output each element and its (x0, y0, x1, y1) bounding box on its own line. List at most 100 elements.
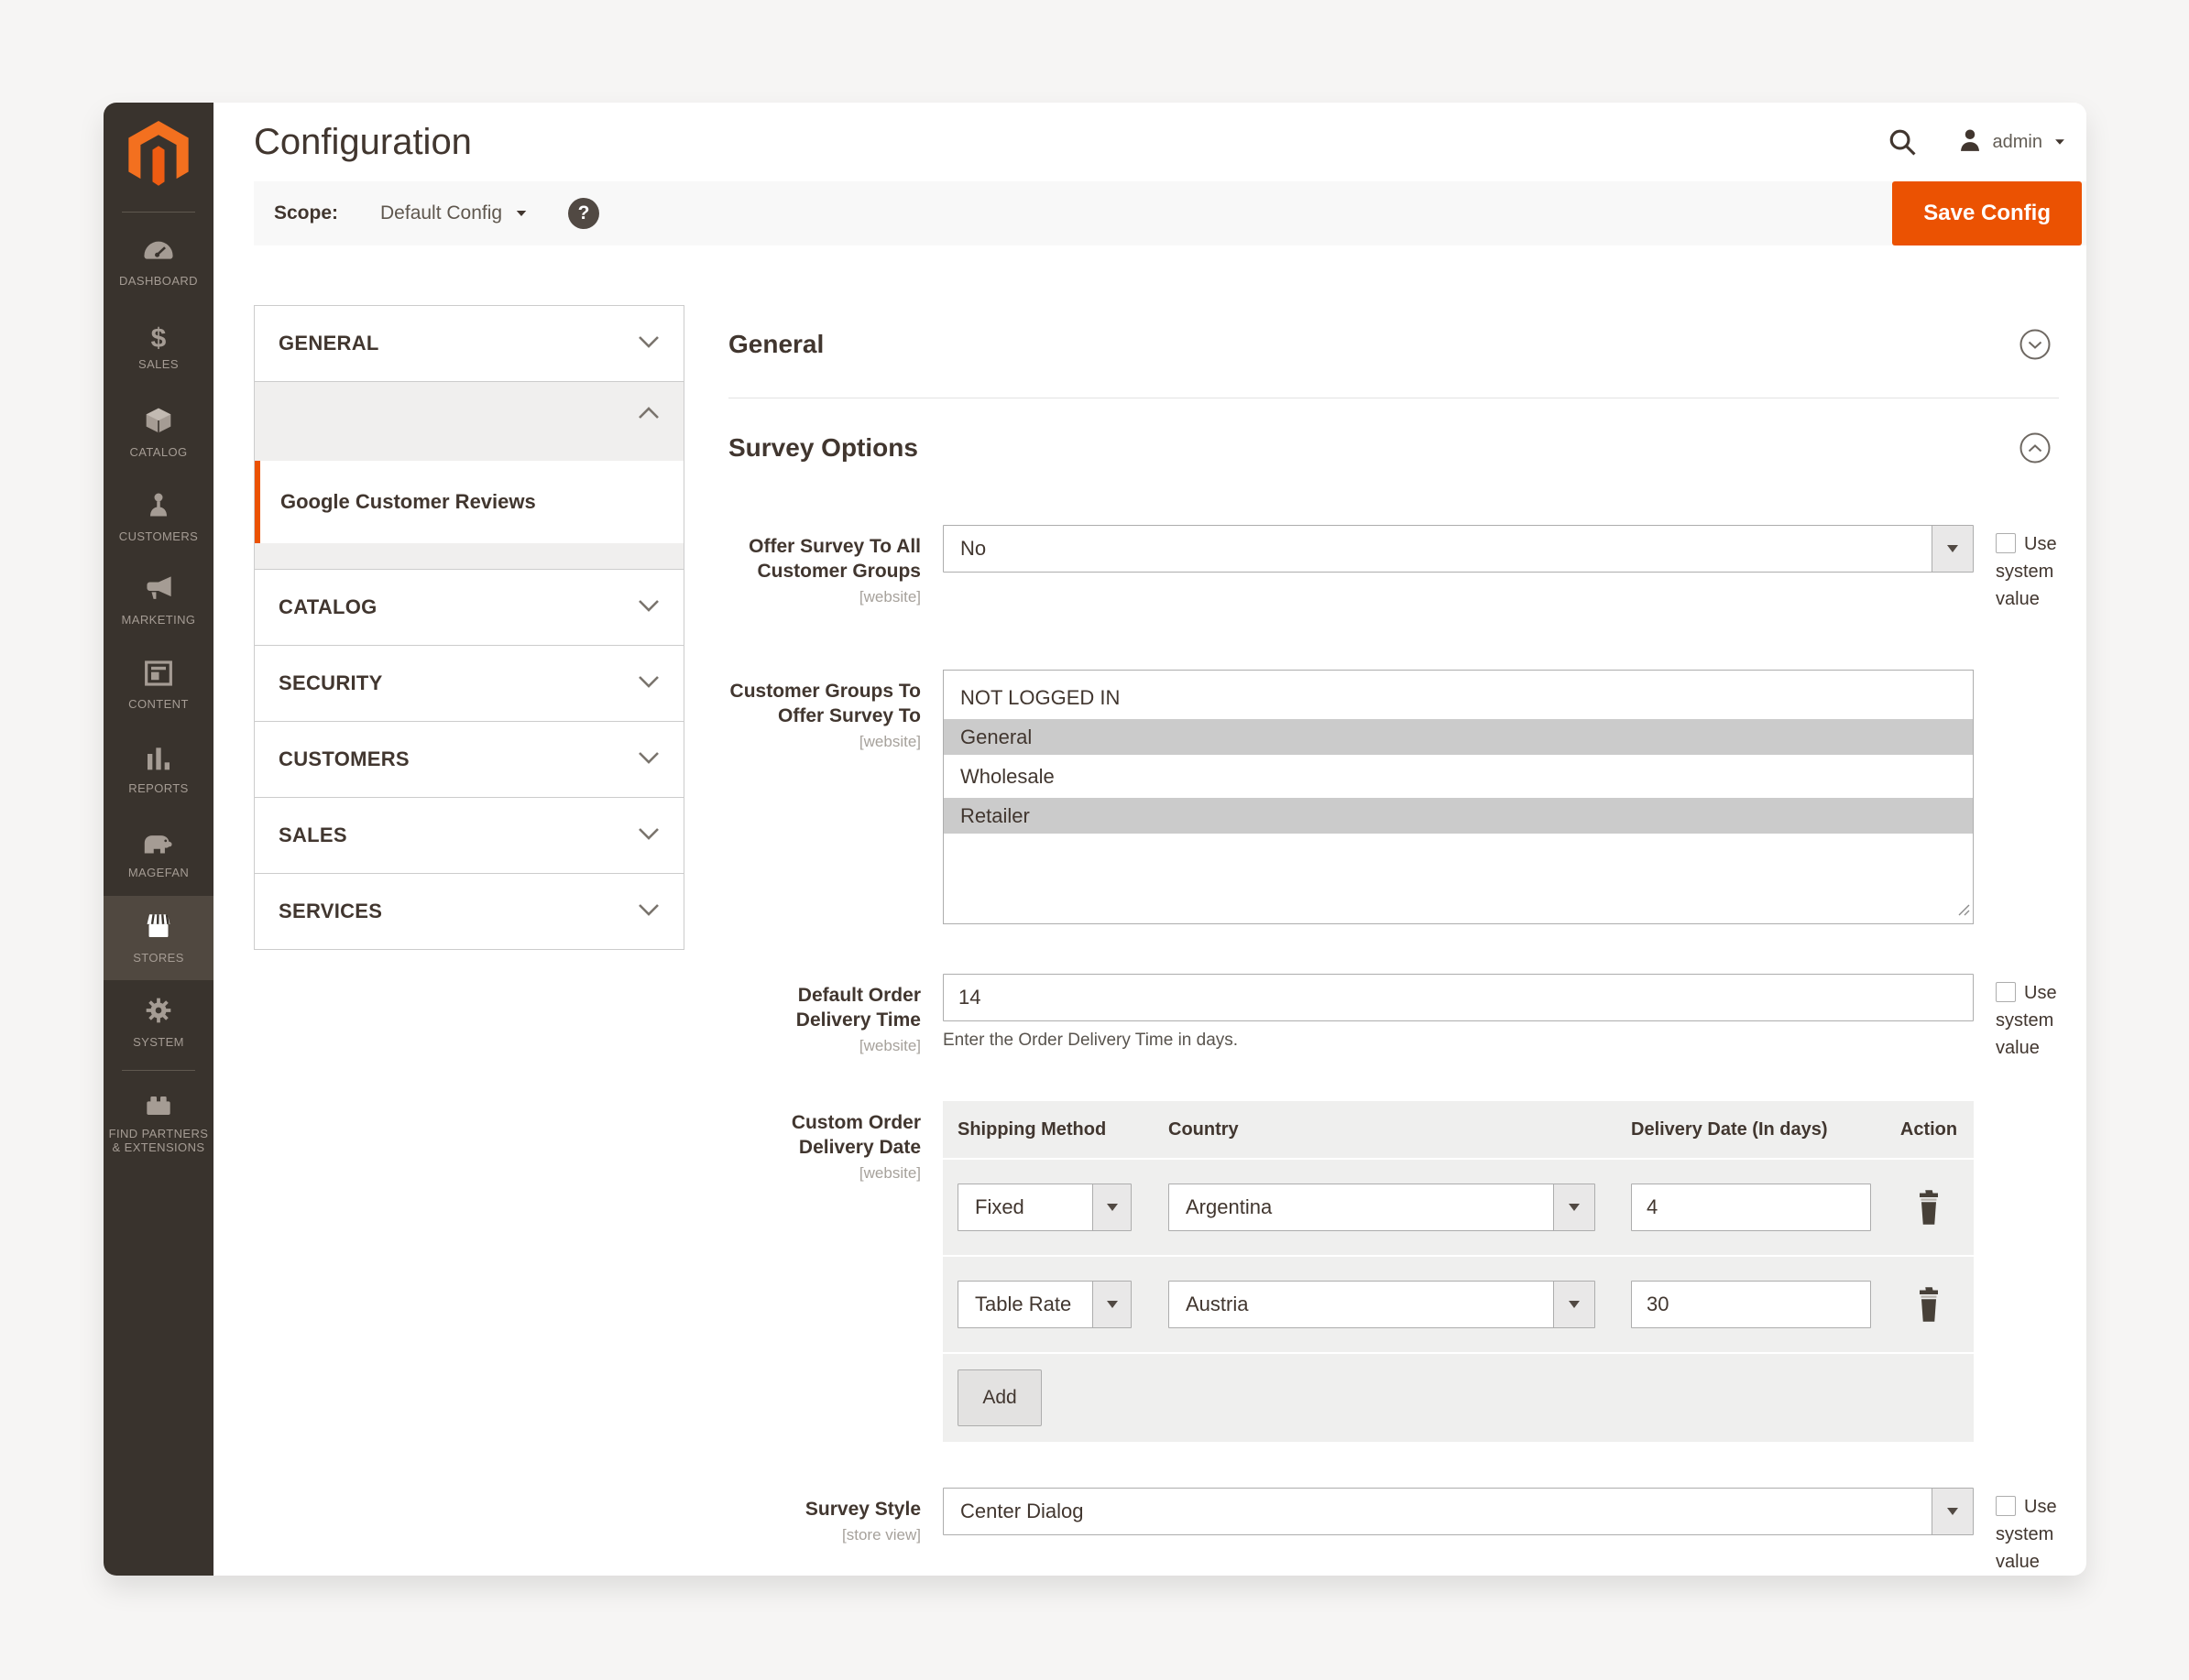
add-row-button[interactable]: Add (958, 1369, 1042, 1426)
sidebar-item-stores[interactable]: STORES (104, 896, 213, 980)
survey-style-use-system[interactable]: Use system value (1996, 1488, 2084, 1576)
sidebar-item-content[interactable]: CONTENT (104, 643, 213, 727)
nav-expanded-group-header[interactable] (255, 382, 684, 448)
delivery-days-input[interactable] (1631, 1281, 1871, 1328)
nav-section-services: SERVICES (254, 873, 684, 950)
survey-style-select[interactable]: Center Dialog (943, 1488, 1974, 1535)
sidebar-item-magefan[interactable]: MAGEFAN (104, 812, 213, 896)
field-customer-groups-label: Customer Groups To Offer Survey To [webs… (729, 681, 921, 750)
shipping-method-select[interactable]: Fixed (958, 1184, 1132, 1231)
use-system-checkbox[interactable] (1996, 982, 2016, 1002)
sidebar-item-catalog[interactable]: CATALOG (104, 390, 213, 475)
dashboard-icon (143, 240, 174, 268)
default-delivery-use-system[interactable]: Use system value (1996, 974, 2084, 1062)
chevron-down-icon (638, 334, 660, 354)
col-delivery-days: Delivery Date (In days) (1631, 1118, 1828, 1140)
sidebar-divider (122, 212, 195, 213)
field-default-delivery-label: Default Order Delivery Time [website] (728, 974, 921, 1055)
delete-row-button[interactable] (1915, 1286, 1943, 1323)
sidebar-item-dashboard[interactable]: DASHBOARD (104, 222, 213, 306)
collapse-general-button[interactable] (2019, 328, 2052, 361)
resize-handle-icon[interactable] (1958, 904, 1970, 921)
section-survey-options-title: Survey Options (728, 433, 918, 462)
catalog-icon (144, 406, 173, 440)
sidebar-item-sales[interactable]: $ SALES (104, 306, 213, 390)
chevron-up-circle-icon (2019, 432, 2052, 467)
select-arrow-icon (1092, 1184, 1131, 1230)
use-system-checkbox[interactable] (1996, 1496, 2016, 1516)
collapse-survey-options-button[interactable] (2019, 431, 2052, 464)
scope-toolbar: Scope: Default Config ? Save Config (254, 181, 2086, 245)
sidebar-item-system[interactable]: SYSTEM (104, 980, 213, 1064)
page-header: Configuration admin (213, 103, 2086, 181)
nav-section-security: SECURITY (254, 645, 684, 722)
customer-group-option[interactable]: Retailer (944, 796, 1973, 835)
select-arrow-icon (1092, 1282, 1131, 1327)
table-header-row: Shipping Method Country Delivery Date (I… (943, 1101, 1974, 1160)
field-custom-delivery-date: Custom Order Delivery Date [website] Shi… (728, 1101, 2059, 1442)
user-icon (1956, 126, 1984, 158)
delete-row-button[interactable] (1915, 1189, 1943, 1226)
chevron-down-icon (638, 598, 660, 617)
section-general: General (728, 306, 2059, 398)
sidebar: DASHBOARD $ SALES CATALOG CUSTOMERS MARK… (104, 103, 213, 1576)
config-nav: GENERAL Google Customer Reviews CATALOG … (254, 305, 684, 1576)
country-select[interactable]: Austria (1168, 1281, 1595, 1328)
magefan-icon (142, 828, 175, 860)
page-title: Configuration (254, 121, 472, 162)
admin-user-label: admin (1992, 131, 2042, 152)
nav-section-catalog-header[interactable]: CATALOG (255, 570, 684, 645)
nav-section-general-header[interactable]: GENERAL (255, 306, 684, 381)
country-select[interactable]: Argentina (1168, 1184, 1595, 1231)
nav-section-services-header[interactable]: SERVICES (255, 874, 684, 949)
table-row: Fixed Argentina (943, 1160, 1974, 1257)
field-customer-groups: Customer Groups To Offer Survey To [webs… (728, 670, 2059, 924)
use-system-checkbox[interactable] (1996, 533, 2016, 553)
reports-icon (144, 744, 173, 776)
stores-icon (143, 911, 174, 945)
search-icon (1887, 129, 1918, 160)
content-icon (144, 660, 173, 692)
customer-group-option[interactable]: General (944, 717, 1973, 757)
save-config-button[interactable]: Save Config (1892, 181, 2082, 245)
delivery-days-input[interactable] (1631, 1184, 1871, 1231)
nav-section-security-header[interactable]: SECURITY (255, 646, 684, 721)
section-survey-options: Survey Options (728, 398, 2059, 464)
select-arrow-icon (1553, 1282, 1594, 1327)
admin-user-menu[interactable]: admin (1956, 126, 2066, 158)
sidebar-item-marketing[interactable]: MARKETING (104, 559, 213, 643)
extensions-icon (144, 1091, 173, 1121)
sidebar-item-customers[interactable]: CUSTOMERS (104, 475, 213, 559)
chevron-down-icon (638, 674, 660, 693)
customer-groups-multiselect[interactable]: NOT LOGGED IN General Wholesale Retailer (943, 670, 1974, 924)
sidebar-item-reports[interactable]: REPORTS (104, 727, 213, 812)
nav-section-catalog: CATALOG (254, 569, 684, 646)
scope-switcher[interactable]: Default Config (380, 202, 528, 224)
sidebar-item-find-partners[interactable]: FIND PARTNERS & EXTENSIONS (104, 1080, 213, 1164)
scope-hint: [website] (859, 588, 921, 605)
magento-logo[interactable] (128, 103, 189, 206)
help-icon[interactable]: ? (568, 198, 600, 229)
scope-hint: [website] (859, 1037, 921, 1054)
search-button[interactable] (1887, 126, 1918, 158)
nav-item-google-customer-reviews[interactable]: Google Customer Reviews (255, 461, 684, 543)
field-offer-survey: Offer Survey To All Customer Groups [web… (728, 525, 2059, 613)
shipping-method-select[interactable]: Table Rate (958, 1281, 1132, 1328)
offer-survey-select[interactable]: No (943, 525, 1974, 573)
customer-group-option[interactable]: NOT LOGGED IN (944, 678, 1973, 717)
nav-section-sales-header[interactable]: SALES (255, 798, 684, 873)
scope-label: Scope: (274, 202, 339, 224)
col-country: Country (1168, 1118, 1239, 1140)
default-delivery-time-input[interactable] (943, 974, 1974, 1021)
chevron-up-icon (638, 406, 660, 425)
offer-survey-use-system[interactable]: Use system value (1996, 525, 2084, 613)
scope-hint: [store view] (842, 1526, 921, 1544)
field-note: Enter the Order Delivery Time in days. (943, 1031, 1239, 1050)
chevron-down-icon (638, 750, 660, 769)
chevron-down-icon (638, 902, 660, 922)
nav-section-customers-header[interactable]: CUSTOMERS (255, 722, 684, 797)
main-area: Configuration admin Scope: Default Confi… (213, 103, 2086, 1576)
customer-group-option[interactable]: Wholesale (944, 757, 1973, 796)
scope-value: Default Config (380, 202, 503, 224)
field-offer-survey-label: Offer Survey To All Customer Groups [web… (728, 525, 921, 606)
